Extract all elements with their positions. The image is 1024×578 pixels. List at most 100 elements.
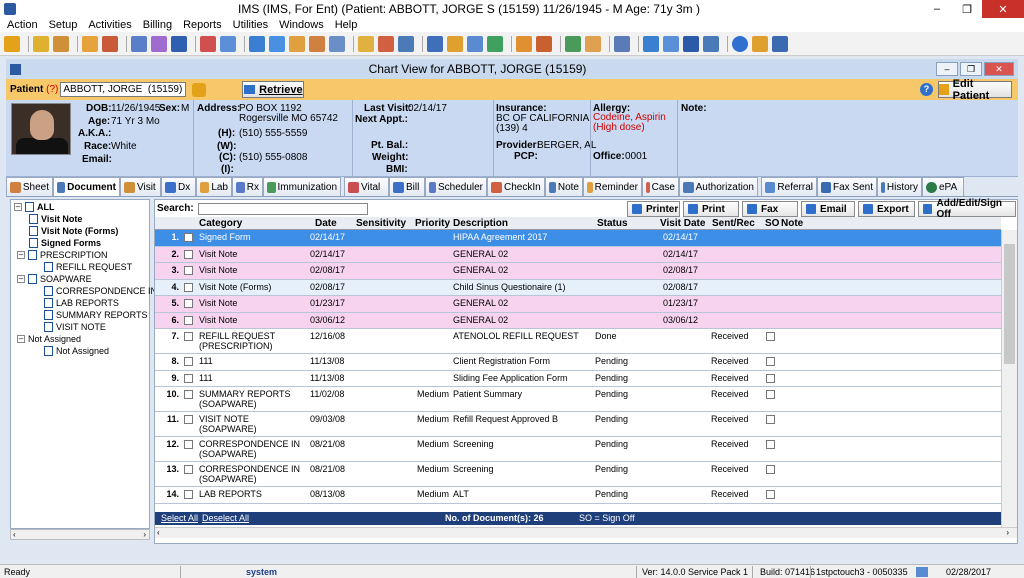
row-select-checkbox[interactable] [184,390,193,399]
collapse-icon[interactable]: – [17,275,25,283]
group-icon[interactable] [309,35,325,52]
tab-fax-sent[interactable]: Fax Sent [817,177,877,196]
bar-chart-icon[interactable] [565,35,581,52]
tree-node[interactable]: VISIT NOTE [44,322,106,332]
report-icon[interactable] [131,35,147,52]
row-select-checkbox[interactable] [184,440,193,449]
mail-icon[interactable] [467,35,483,52]
chart-icon[interactable] [102,35,118,52]
table-row[interactable]: 7. REFILL REQUEST (PRESCRIPTION) 12/16/08 A… [155,329,1001,354]
export-icon[interactable] [703,35,719,52]
transfer-icon[interactable] [643,35,659,52]
tree-node[interactable]: – SOAPWARE [17,274,92,284]
col-note[interactable]: Note [781,218,803,229]
row-signoff-checkbox[interactable] [766,490,775,499]
col-visit-date[interactable]: Visit Date [660,218,705,229]
col-sensitivity[interactable]: Sensitivity [356,218,406,229]
row-select-checkbox[interactable] [184,249,193,259]
row-signoff-checkbox[interactable] [766,440,775,449]
table-row[interactable]: 14. LAB REPORTS 08/13/08 Medium ALT Pending Re… [155,487,1001,504]
settings-icon[interactable] [249,35,265,52]
folder-icon[interactable] [82,35,98,52]
close-icon[interactable]: ✕ [982,0,1024,18]
minimize-icon[interactable]: – [936,62,958,76]
tab-epa[interactable]: ePA [922,177,964,196]
table-icon[interactable] [614,35,630,52]
menu-windows[interactable]: Windows [279,19,324,31]
collapse-icon[interactable]: – [14,203,22,211]
lab-icon[interactable] [151,35,167,52]
package-icon[interactable] [447,35,463,52]
row-select-checkbox[interactable] [184,266,193,275]
scrollbar-thumb[interactable] [1004,244,1015,364]
calendar-icon[interactable] [200,35,216,52]
row-signoff-checkbox[interactable] [766,465,775,474]
collapse-icon[interactable]: – [17,335,25,343]
select-all-link[interactable]: Select All [161,513,198,523]
table-row[interactable]: 5. Visit Note 01/23/17 GENERAL 02 01/23/17 [155,296,1001,313]
tree-node[interactable]: Visit Note (Forms) [29,226,118,236]
tab-sheet[interactable]: Sheet [6,177,53,196]
scroll-right-icon[interactable]: › [1006,528,1009,537]
export-button[interactable]: Export [858,201,915,217]
table-row[interactable]: 8. 111 11/13/08 Client Registration Form Pen… [155,354,1001,371]
col-sent-rec[interactable]: Sent/Rec [712,218,755,229]
minimize-icon[interactable]: – [922,0,952,18]
row-select-checkbox[interactable] [184,373,193,383]
send-icon[interactable] [427,35,443,52]
help-icon[interactable]: ? [920,83,933,96]
menu-activities[interactable]: Activities [88,19,131,31]
tab-case[interactable]: Case [642,177,679,196]
tab-rx[interactable]: Rx [232,177,263,196]
tree-node[interactable]: REFILL REQUEST [44,262,132,272]
tab-immunization[interactable]: Immunization [263,177,341,196]
menu-action[interactable]: Action [7,19,38,31]
patient-lookup-icon[interactable] [192,82,207,97]
notes-icon[interactable] [220,35,236,52]
window-icon[interactable] [663,35,679,52]
scroll-left-icon[interactable]: ‹ [13,530,16,539]
tab-referral[interactable]: Referral [761,177,817,196]
tab-reminder[interactable]: Reminder [583,177,642,196]
col-description[interactable]: Description [453,218,508,229]
tab-vital[interactable]: Vital [344,177,389,196]
stats-icon[interactable] [487,35,503,52]
exit-icon[interactable] [772,35,788,52]
row-signoff-checkbox[interactable] [766,390,775,399]
grid-vertical-scrollbar[interactable] [1001,230,1017,528]
menu-reports[interactable]: Reports [183,19,222,31]
tree-node[interactable]: Signed Forms [29,238,101,248]
print-button[interactable]: Print [683,201,739,217]
deselect-all-link[interactable]: Deselect All [202,513,249,523]
tab-history[interactable]: History [877,177,922,196]
search-input[interactable] [197,202,368,215]
col-status[interactable]: Status [597,218,628,229]
network-icon[interactable] [329,35,345,52]
scroll-left-icon[interactable]: ‹ [157,528,160,537]
row-select-checkbox[interactable] [184,357,193,366]
patient-icon[interactable] [4,35,20,52]
tab-bill[interactable]: Bill [389,177,425,196]
row-signoff-checkbox[interactable] [766,373,775,383]
col-date[interactable]: Date [315,218,337,229]
people-icon[interactable] [289,35,305,52]
table-row[interactable]: 6. Visit Note 03/06/12 GENERAL 02 03/06/12 [155,312,1001,329]
tree-node[interactable]: SUMMARY REPORTS [44,310,148,320]
row-signoff-checkbox[interactable] [766,357,775,366]
row-select-checkbox[interactable] [184,299,193,308]
tree-node[interactable]: CORRESPONDENCE IN [44,286,157,296]
tree-node[interactable]: Visit Note [29,214,82,224]
email-button[interactable]: Email [801,201,855,217]
shield-icon[interactable] [171,35,187,52]
award-icon[interactable] [378,35,394,52]
tree-node[interactable]: – Not Assigned [17,334,81,344]
table-row[interactable]: 11. VISIT NOTE (SOAPWARE) 09/03/08 Medium Re… [155,412,1001,437]
close-icon[interactable]: ✕ [984,62,1014,76]
document-icon[interactable] [358,35,374,52]
word-icon[interactable] [683,35,699,52]
menu-billing[interactable]: Billing [143,19,172,31]
calendar-add-icon[interactable] [536,35,552,52]
row-signoff-checkbox[interactable] [766,415,775,424]
patient-input[interactable] [60,82,187,97]
retrieve-button[interactable]: Retrieve [242,81,305,98]
